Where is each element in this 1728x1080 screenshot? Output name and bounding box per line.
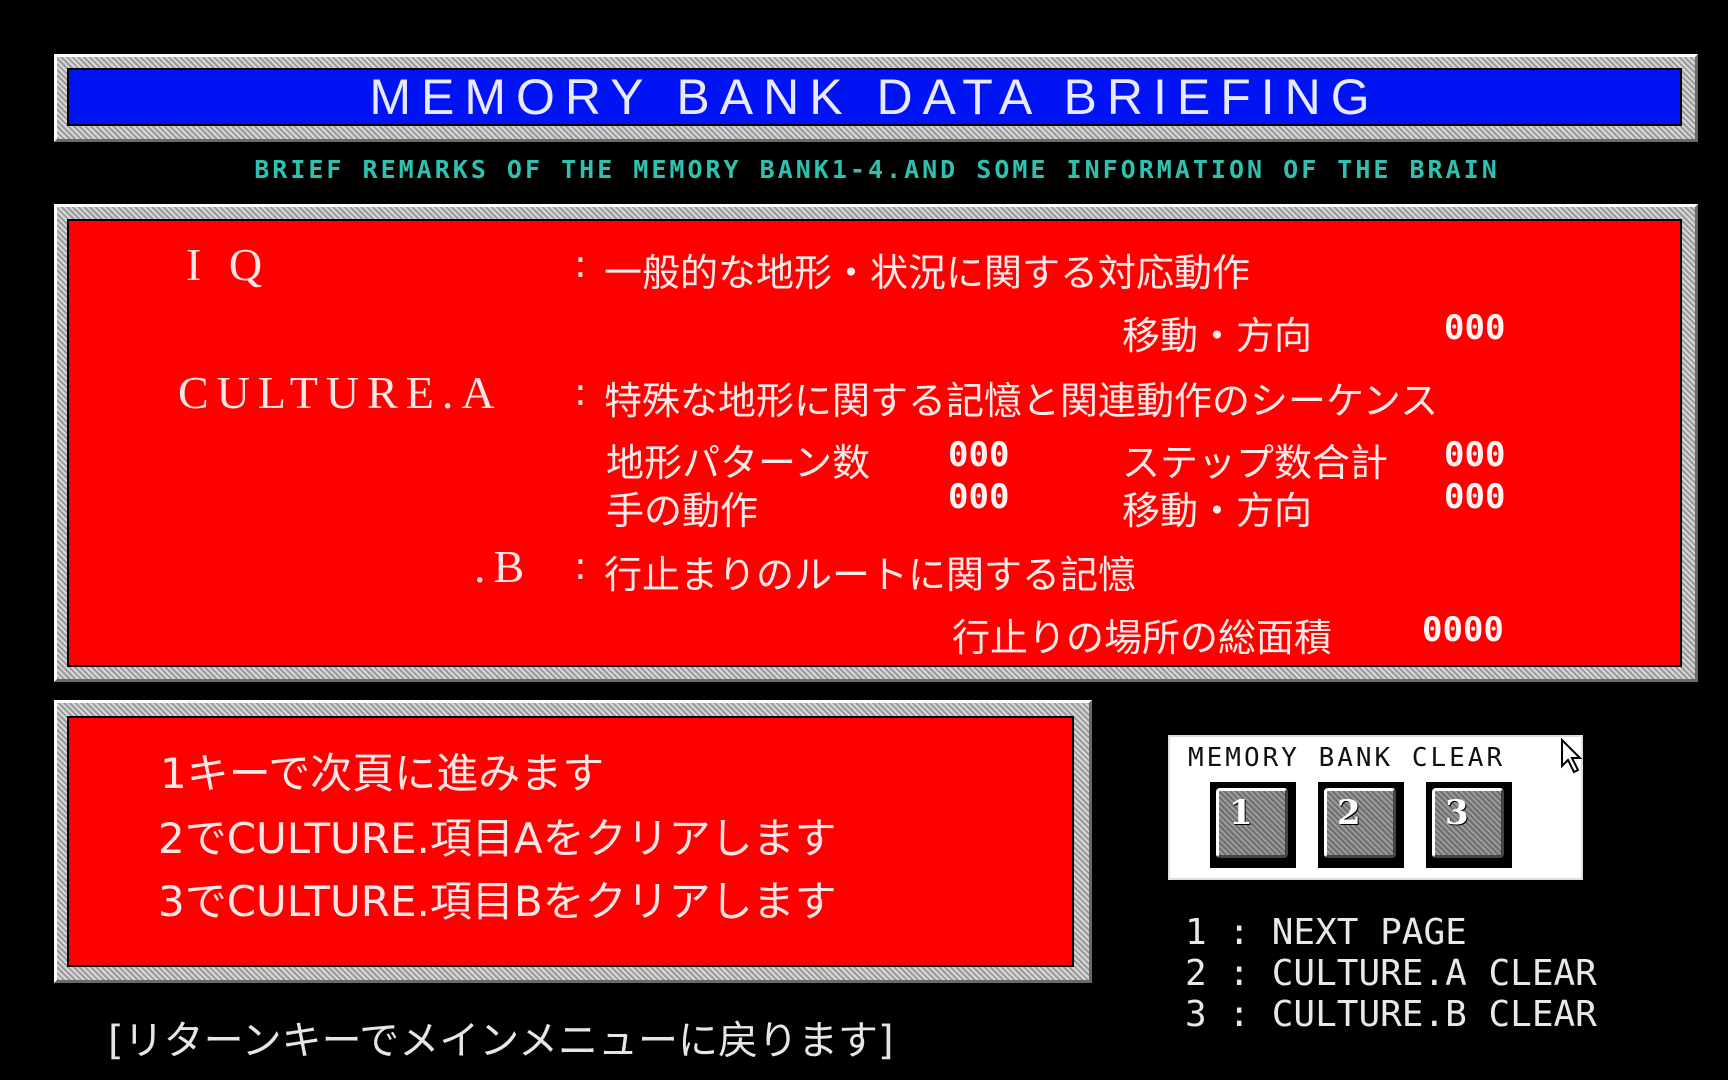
key-2-cap: 2 [1324,788,1396,858]
instruction-clear-a: 2でCULTURE.項目Aをクリアします [158,814,837,863]
dead-end-area-value: 0000 [1422,610,1504,650]
instruction-next-page: 1キーで次頁に進みます [160,749,605,798]
legend-sep-1: : [1228,912,1251,953]
key-1-label: 1 [1229,793,1253,833]
page-title: MEMORY BANK DATA BRIEFING [369,69,1380,125]
legend-row-3: 3 : CULTURE.B CLEAR [1185,994,1597,1035]
key-2-button[interactable]: 2 [1318,782,1404,868]
key-3-cap: 3 [1432,788,1504,858]
memory-bank-clear-title: MEMORY BANK CLEAR [1188,743,1506,773]
step-total-value: 000 [1444,435,1506,475]
legend-sep-2: : [1228,953,1251,994]
legend-action-1: NEXT PAGE [1271,912,1467,953]
hand-action-label: 手の動作 [606,489,759,533]
mouse-cursor-icon [1561,738,1583,774]
hand-action-value: 000 [948,477,1010,517]
legend-action-2: CULTURE.A CLEAR [1271,953,1597,994]
return-to-main-menu-hint: [リターンキーでメインメニューに戻ります] [108,1018,894,1064]
memory-bank-clear-panel: MEMORY BANK CLEAR 1 2 3 [1168,735,1583,880]
page-subtitle: BRIEF REMARKS OF THE MEMORY BANK1-4.AND … [254,155,1500,184]
culture-b-label: .B [474,541,533,592]
move-direction-value: 000 [1444,477,1506,517]
step-total-label: ステップ数合計 [1122,441,1389,485]
culture-a-label: CULTURE.A [178,367,503,418]
iq-colon: : [574,242,587,286]
culture-b-colon: : [574,544,587,588]
legend-key-3: 3 [1185,994,1207,1035]
culture-b-description: 行止まりのルートに関する記憶 [604,553,1137,597]
title-bar: MEMORY BANK DATA BRIEFING [67,68,1682,126]
culture-a-description: 特殊な地形に関する記憶と関連動作のシーケンス [604,379,1439,423]
dead-end-area-label: 行止りの場所の総面積 [952,616,1333,660]
iq-description: 一般的な地形・状況に関する対応動作 [604,251,1251,295]
key-2-label: 2 [1337,793,1361,833]
iq-stat-value: 000 [1444,308,1506,348]
iq-stat-label: 移動・方向 [1122,314,1313,358]
legend-action-3: CULTURE.B CLEAR [1271,994,1597,1035]
move-direction-label: 移動・方向 [1122,489,1313,533]
legend-row-1: 1 : NEXT PAGE [1185,912,1467,953]
key-1-button[interactable]: 1 [1210,782,1296,868]
key-3-label: 3 [1445,793,1469,833]
terrain-pattern-label: 地形パターン数 [606,441,871,485]
iq-label: I Q [186,239,271,290]
legend-key-2: 2 [1185,953,1207,994]
legend-sep-3: : [1228,994,1251,1035]
legend-row-2: 2 : CULTURE.A CLEAR [1185,953,1597,994]
title-frame: MEMORY BANK DATA BRIEFING [54,54,1698,142]
key-1-cap: 1 [1216,788,1288,858]
terrain-pattern-value: 000 [948,435,1010,475]
instruction-clear-b: 3でCULTURE.項目Bをクリアします [158,877,837,926]
legend-key-1: 1 [1185,912,1207,953]
culture-a-colon: : [574,370,587,414]
key-3-button[interactable]: 3 [1426,782,1512,868]
